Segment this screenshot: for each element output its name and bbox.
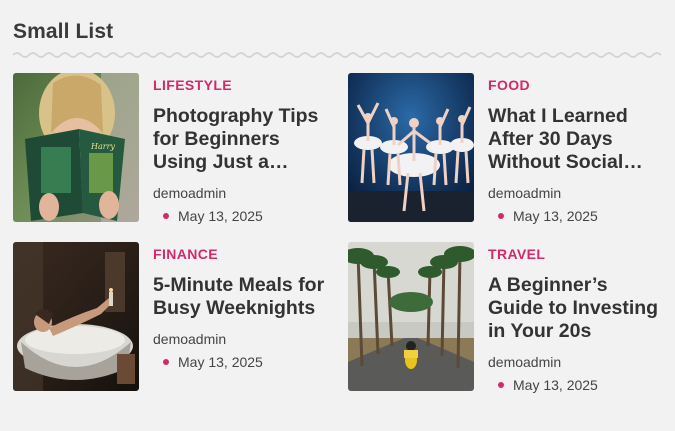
date-dot-icon [498, 382, 504, 388]
post-card: Harry LIFESTYLE Photography Tips for Beg… [13, 73, 331, 225]
post-meta: FOOD What I Learned After 30 Days Withou… [488, 73, 666, 225]
date-dot-icon [498, 213, 504, 219]
post-author-link[interactable]: demoadmin [153, 330, 331, 348]
woman-in-bathtub-image [13, 242, 139, 391]
post-thumbnail-ballet-dancers[interactable] [348, 73, 474, 222]
post-meta: LIFESTYLE Photography Tips for Beginners… [153, 73, 331, 225]
post-card: TRAVEL A Beginner’s Guide to Investing i… [348, 242, 666, 394]
date-dot-icon [163, 213, 169, 219]
post-card: FOOD What I Learned After 30 Days Withou… [348, 73, 666, 225]
post-category-link[interactable]: FOOD [488, 75, 666, 95]
post-date: May 13, 2025 [513, 208, 598, 224]
post-date-row: May 13, 2025 [153, 207, 331, 225]
post-date-row: May 13, 2025 [488, 376, 666, 394]
post-thumbnail-palm-road-scooter[interactable] [348, 242, 474, 391]
post-author-link[interactable]: demoadmin [488, 184, 666, 202]
post-category-link[interactable]: TRAVEL [488, 244, 666, 264]
svg-text:Harry: Harry [90, 142, 115, 151]
ballet-dancers-image [348, 73, 474, 222]
post-date: May 13, 2025 [178, 354, 263, 370]
post-title-link[interactable]: A Beginner’s Guide to Investing in Your … [488, 274, 666, 343]
post-card: FINANCE 5-Minute Meals for Busy Weeknigh… [13, 242, 328, 391]
post-author-link[interactable]: demoadmin [153, 184, 331, 202]
post-thumbnail-woman-in-bathtub[interactable] [13, 242, 139, 391]
small-list-widget: Small List [13, 18, 663, 59]
wavy-divider [13, 52, 662, 58]
post-thumbnail-woman-reading-book[interactable]: Harry [13, 73, 139, 222]
widget-title: Small List [13, 20, 114, 43]
date-dot-icon [163, 359, 169, 365]
post-author-link[interactable]: demoadmin [488, 353, 666, 371]
post-date-row: May 13, 2025 [488, 207, 666, 225]
post-title-link[interactable]: 5-Minute Meals for Busy Weeknights [153, 274, 331, 320]
post-title-link[interactable]: What I Learned After 30 Days Without Soc… [488, 105, 666, 174]
post-grid: Harry LIFESTYLE Photography Tips for Beg… [13, 73, 663, 393]
post-date: May 13, 2025 [178, 208, 263, 224]
palm-road-scooter-image [348, 242, 474, 391]
post-category-link[interactable]: LIFESTYLE [153, 75, 331, 95]
post-meta: FINANCE 5-Minute Meals for Busy Weeknigh… [153, 242, 331, 371]
post-category-link[interactable]: FINANCE [153, 244, 331, 264]
post-date: May 13, 2025 [513, 377, 598, 393]
post-title-link[interactable]: Photography Tips for Beginners Using Jus… [153, 105, 331, 174]
post-meta: TRAVEL A Beginner’s Guide to Investing i… [488, 242, 666, 394]
woman-reading-book-image: Harry [13, 73, 139, 222]
post-date-row: May 13, 2025 [153, 353, 331, 371]
